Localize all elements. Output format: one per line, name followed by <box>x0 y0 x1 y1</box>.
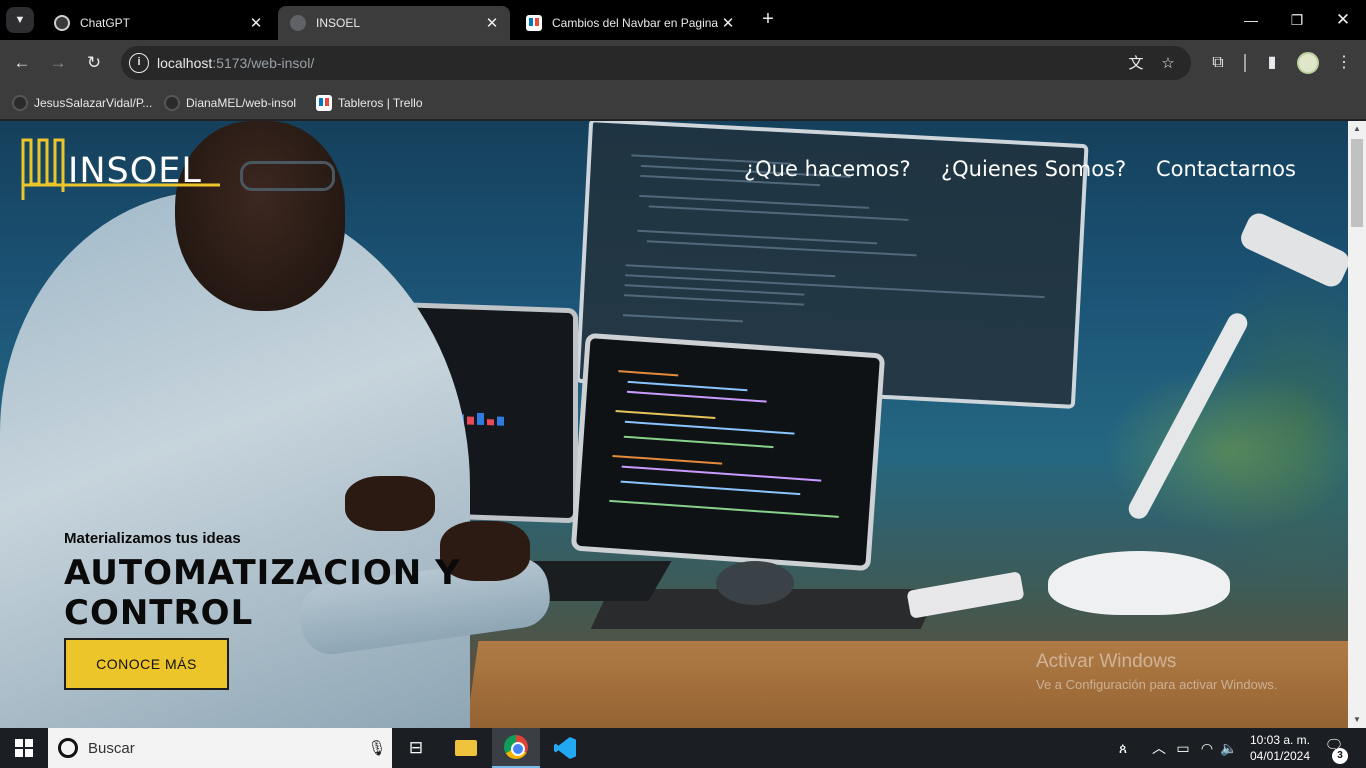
vscode-icon <box>554 737 576 759</box>
logo-text: INSOEL <box>68 151 202 191</box>
bookmark-label: DianaMEL/web-insol <box>186 96 297 110</box>
tab-chatgpt[interactable]: ChatGPT ✕ <box>42 6 274 40</box>
activation-watermark-title: Activar Windows <box>1036 651 1177 672</box>
conoce-mas-button[interactable]: CONOCE MÁS <box>64 638 229 690</box>
address-bar[interactable]: i localhost:5173/web-insol/ ⽂ ☆ <box>121 46 1191 80</box>
url-text[interactable]: localhost:5173/web-insol/ <box>157 55 314 71</box>
volume-icon[interactable]: 🔈 <box>1218 728 1240 768</box>
file-explorer-app[interactable] <box>442 728 490 768</box>
vscode-app[interactable] <box>541 728 589 768</box>
reload-icon[interactable]: ↻ <box>82 51 106 75</box>
clock-time: 10:03 a. m. <box>1249 733 1311 747</box>
lamp-arm <box>1125 309 1251 523</box>
site-logo[interactable]: INSOEL <box>20 137 220 203</box>
cortana-icon <box>58 738 78 758</box>
hand <box>345 476 435 531</box>
trello-favicon-icon <box>526 15 542 31</box>
star-icon[interactable]: ☆ <box>1158 54 1178 74</box>
site-info-icon[interactable]: i <box>129 53 149 73</box>
search-placeholder: Buscar <box>88 739 135 757</box>
github-icon <box>12 95 28 111</box>
laptop-code <box>570 332 886 572</box>
restore-icon[interactable]: ❐ <box>1274 0 1320 40</box>
bookmark-diana[interactable]: DianaMEL/web-insol <box>164 93 296 113</box>
chrome-app[interactable] <box>492 728 540 768</box>
tab-title: Cambios del Navbar en Pagina <box>552 16 718 30</box>
chevron-down-icon: ▼ <box>14 14 26 26</box>
activation-watermark-subtitle: Ve a Configuración para activar Windows. <box>1036 677 1278 692</box>
close-tab-icon[interactable]: ✕ <box>246 14 266 32</box>
translate-icon[interactable]: ⽂ <box>1126 54 1146 74</box>
phone <box>906 571 1025 619</box>
trello-icon <box>316 95 332 111</box>
mouse <box>716 561 794 605</box>
bookmarks-bar: JesusSalazarVidal/P... DianaMEL/web-inso… <box>0 86 1366 120</box>
globe-favicon-icon <box>290 15 306 31</box>
bookmark-label: JesusSalazarVidal/P... <box>34 96 153 110</box>
windows-logo-icon <box>15 739 33 757</box>
bookmark-label: Tableros | Trello <box>338 96 423 110</box>
folder-icon <box>455 740 477 756</box>
close-tab-icon[interactable]: ✕ <box>482 14 502 32</box>
windows-taskbar: Buscar 🎙 ⊟ ጰ ︿ ▭ ◠ 🔈 10:03 a. m. 04/01/2… <box>0 728 1366 768</box>
browser-tab-bar: ▼ ChatGPT ✕ INSOEL ✕ Cambios del Navbar … <box>0 0 1366 40</box>
tab-title: INSOEL <box>316 16 361 30</box>
tab-search-button[interactable]: ▼ <box>6 7 34 33</box>
bookmark-trello[interactable]: Tableros | Trello <box>316 93 423 113</box>
hero-title-line: AUTOMATIZACION Y <box>64 553 461 593</box>
toolbar-divider <box>1244 54 1246 72</box>
nav-que-hacemos[interactable]: ¿Que hacemos? <box>744 157 911 181</box>
profile-avatar[interactable] <box>1297 52 1319 74</box>
hero-title-line: CONTROL <box>64 593 254 633</box>
page-scrollbar[interactable]: ▲ ▼ <box>1348 121 1366 728</box>
side-panel-icon[interactable]: ▮ <box>1261 52 1283 74</box>
kebab-menu-icon[interactable]: ⋮ <box>1333 52 1355 74</box>
scroll-up-arrow-icon[interactable]: ▲ <box>1348 121 1366 137</box>
puzzle-icon[interactable]: ⧉ <box>1207 52 1229 74</box>
lamp-base <box>1048 551 1230 615</box>
new-tab-icon[interactable]: + <box>757 8 779 32</box>
close-tab-icon[interactable]: ✕ <box>718 14 738 32</box>
chrome-icon <box>504 735 528 759</box>
github-icon <box>164 95 180 111</box>
page-viewport: INSOEL ¿Que hacemos? ¿Quienes Somos? Con… <box>0 121 1366 728</box>
glasses <box>240 161 335 191</box>
tab-title: ChatGPT <box>80 16 131 30</box>
chatgpt-favicon-icon <box>54 15 70 31</box>
minimize-icon[interactable]: — <box>1228 0 1274 40</box>
scroll-thumb[interactable] <box>1351 139 1363 227</box>
taskbar-clock[interactable]: 10:03 a. m. 04/01/2024 <box>1240 732 1320 764</box>
close-window-icon[interactable]: ✕ <box>1320 0 1366 40</box>
tab-insoel[interactable]: INSOEL ✕ <box>278 6 510 40</box>
microphone-icon[interactable]: 🎙 <box>362 739 392 757</box>
start-button[interactable] <box>0 728 48 768</box>
bookmark-jesus[interactable]: JesusSalazarVidal/P... <box>12 93 152 113</box>
battery-icon[interactable]: ▭ <box>1172 728 1194 768</box>
hero-title: AUTOMATIZACION Y CONTROL <box>64 553 484 633</box>
back-arrow-icon[interactable]: ← <box>10 51 34 75</box>
nav-contactarnos[interactable]: Contactarnos <box>1156 157 1296 181</box>
forward-arrow-icon[interactable]: → <box>46 51 70 75</box>
people-icon[interactable]: ጰ <box>1112 728 1134 768</box>
chevron-up-icon[interactable]: ︿ <box>1150 728 1168 768</box>
clock-date: 04/01/2024 <box>1249 749 1311 763</box>
notification-badge: 3 <box>1332 748 1348 764</box>
taskbar-search[interactable]: Buscar 🎙 <box>48 728 392 768</box>
wifi-icon[interactable]: ◠ <box>1196 728 1218 768</box>
scroll-down-arrow-icon[interactable]: ▼ <box>1348 712 1366 728</box>
tab-trello[interactable]: Cambios del Navbar en Pagina ✕ <box>514 6 746 40</box>
browser-toolbar: ← → ↻ i localhost:5173/web-insol/ ⽂ ☆ ⧉ … <box>0 40 1366 86</box>
task-view-icon[interactable]: ⊟ <box>392 728 440 768</box>
nav-quienes-somos[interactable]: ¿Quienes Somos? <box>941 157 1126 181</box>
lamp-head <box>1237 209 1353 291</box>
hero-tagline: Materializamos tus ideas <box>64 530 241 547</box>
